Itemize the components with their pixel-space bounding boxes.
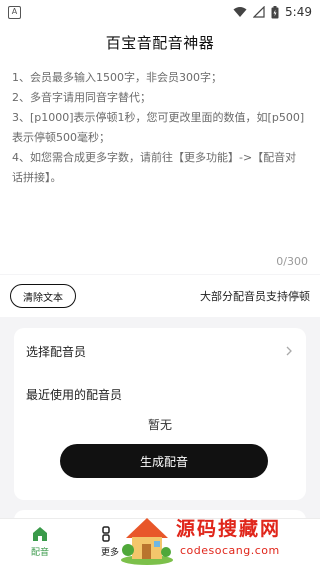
select-voice-row[interactable]: 选择配音员: [26, 338, 294, 364]
instruction-line: 话拼接】。: [12, 171, 62, 184]
status-icons: 5:49: [233, 5, 312, 19]
nav-item-dubbing[interactable]: 配音: [16, 525, 64, 558]
instruction-line: 3、[p1000]表示停顿1秒，您可更改里面的数值，如[p500]: [12, 111, 305, 124]
select-voice-label: 选择配音员: [26, 344, 87, 359]
nav-label-dubbing: 配音: [30, 548, 49, 558]
action-row: 清除文本 大部分配音员支持停顿: [0, 275, 320, 317]
instruction-line: 1、会员最多输入1500字，非会员300字；: [12, 71, 222, 84]
home-icon: [33, 527, 47, 541]
wifi-icon: [233, 7, 247, 17]
recent-voices-label: 最近使用的配音员: [26, 388, 123, 402]
clear-text-button[interactable]: 清除文本: [10, 284, 76, 308]
house-logo-icon: [121, 518, 173, 565]
instructions-placeholder: 1、会员最多输入1500字，非会员300字； 2、多音字请用同音字替代； 3、[…: [12, 68, 308, 188]
app-notification-icon: A: [8, 5, 21, 19]
instruction-line: 4、如您需合成更多字数，请前往【更多功能】->【配音对: [12, 151, 297, 164]
voice-card: 选择配音员 最近使用的配音员 暂无 生成配音: [14, 328, 306, 500]
char-count: 0/300: [276, 255, 308, 268]
signal-icon: [253, 6, 265, 18]
page-title: 百宝音配音神器: [105, 33, 215, 52]
battery-icon: [271, 5, 279, 18]
text-input-area[interactable]: 1、会员最多输入1500字，非会员300字； 2、多音字请用同音字替代； 3、[…: [0, 60, 320, 274]
chevron-right-icon: [286, 346, 292, 356]
status-time: 5:49: [285, 5, 312, 19]
instruction-line: 2、多音字请用同音字替代；: [12, 91, 151, 104]
watermark-url: codesocang.com: [180, 544, 280, 557]
status-bar: A 5:49: [0, 0, 320, 24]
recent-voices-empty: 暂无: [147, 418, 172, 432]
watermark-logo-text: 源码搜藏网: [176, 518, 282, 540]
pause-hint: 大部分配音员支持停顿: [200, 290, 310, 303]
instruction-line: 表示停顿500毫秒；: [12, 131, 110, 144]
title-bar: 百宝音配音神器: [0, 24, 320, 60]
generate-voice-button[interactable]: 生成配音: [60, 444, 268, 478]
nav-label-more: 更多: [100, 548, 119, 558]
watermark: 源码搜藏网 codesocang.com: [118, 508, 320, 568]
grid-icon: [102, 526, 110, 542]
